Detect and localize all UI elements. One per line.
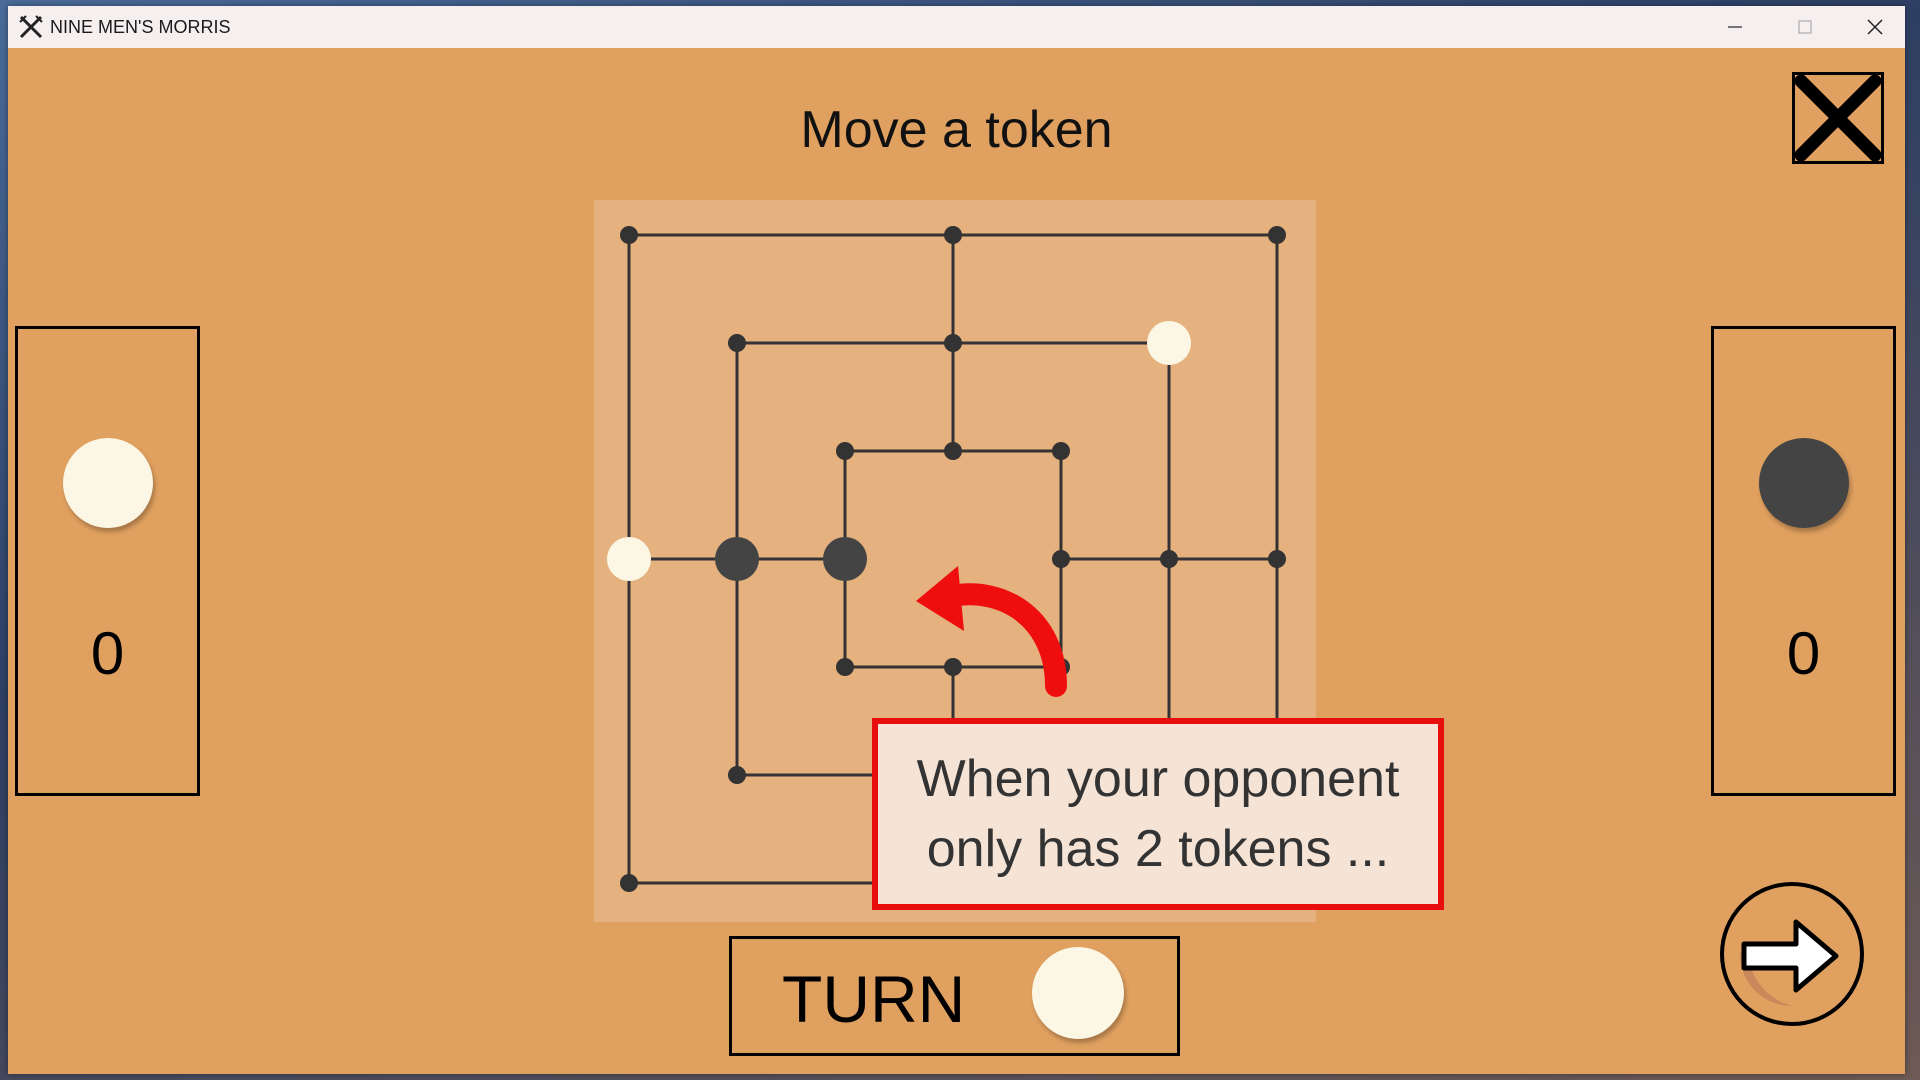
next-button[interactable] [1718,880,1866,1028]
white-token-f2[interactable] [1147,321,1191,365]
hint-curved-arrow-icon [916,566,1067,697]
window-title: NINE MEN'S MORRIS [50,16,231,37]
minimize-icon [1728,26,1742,28]
board-point-d1[interactable] [944,226,962,244]
black-token-b4[interactable] [715,537,759,581]
board-point-e3[interactable] [1052,442,1070,460]
board-point-d2[interactable] [944,334,962,352]
board-point-g4[interactable] [1268,550,1286,568]
title-bar: NINE MEN'S MORRIS [8,6,1905,48]
white-token-a4[interactable] [607,537,651,581]
player-white-panel: 0 [15,326,200,796]
tooltip-line-2: only has 2 tokens ... [926,820,1390,878]
turn-indicator: TURN [729,936,1180,1056]
board-point-b2[interactable] [728,334,746,352]
instruction-text: Move a token [800,101,1113,159]
minimize-button[interactable] [1700,6,1770,48]
tutorial-tooltip: When your opponent only has 2 tokens ... [872,718,1444,910]
board-point-g1[interactable] [1268,226,1286,244]
black-token-c4[interactable] [823,537,867,581]
player-white-count: 0 [90,620,125,687]
board-point-c5[interactable] [836,658,854,676]
crossed-swords-icon [19,15,43,39]
board-point-d3[interactable] [944,442,962,460]
board-point-f4[interactable] [1160,550,1178,568]
turn-label: TURN [782,962,966,1036]
x-exit-icon [1794,74,1882,162]
player-black-panel: 0 [1711,326,1896,796]
board-point-a7[interactable] [620,874,638,892]
player-black-token [1759,438,1849,528]
player-white-token [63,438,153,528]
tooltip-line-1: When your opponent [916,750,1400,808]
maximize-button[interactable] [1770,6,1840,48]
turn-token [1032,947,1124,1039]
board-point-a1[interactable] [620,226,638,244]
game-window: NINE MEN'S MORRIS Move a token 0 0 When … [8,6,1905,1074]
board-point-b6[interactable] [728,766,746,784]
close-icon [1867,19,1883,35]
close-button[interactable] [1840,6,1905,48]
exit-button[interactable] [1792,72,1884,164]
maximize-icon [1798,20,1812,34]
board-point-c3[interactable] [836,442,854,460]
player-black-count: 0 [1786,620,1821,687]
